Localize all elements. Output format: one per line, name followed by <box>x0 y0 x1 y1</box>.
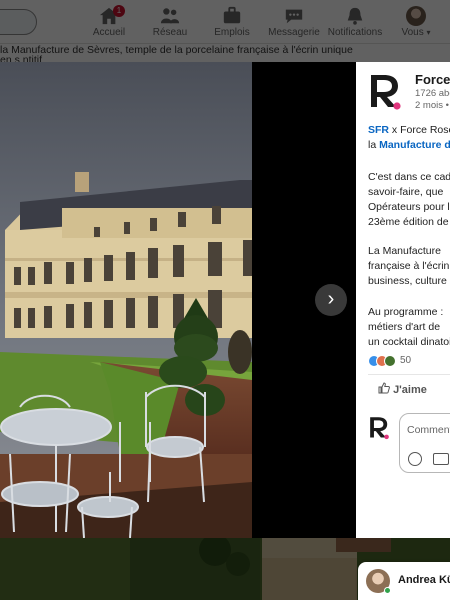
nav-label: Notifications <box>327 27 383 38</box>
post-text-line: savoir-faire, que <box>368 186 444 198</box>
post-details-panel: Force Rosé 1726 abonnés 2 mois • 🌐 SFR x… <box>356 62 450 538</box>
messaging-contact-name: Andrea Kühn <box>398 574 450 586</box>
briefcase-icon <box>223 6 241 24</box>
text-segment: x Force Rosé <box>389 124 450 136</box>
message-icon <box>285 9 303 24</box>
org-name[interactable]: Force Rosé <box>415 72 450 87</box>
nav-item-notifications[interactable]: Notifications <box>322 4 388 42</box>
post-text-line: 23ème édition de <box>368 216 449 228</box>
chevron-right-icon: › <box>327 288 335 310</box>
mention-manufacture[interactable]: Manufacture de Sèvres <box>379 139 450 151</box>
timestamp-text: 2 mois • <box>415 100 449 111</box>
thumbs-up-icon <box>378 382 390 394</box>
photo-icon[interactable] <box>433 453 449 465</box>
nav-label: Messagerie <box>268 27 320 38</box>
nav-label: Accueil <box>92 27 126 38</box>
me-label: Vous <box>401 27 424 38</box>
nav-label: Vous ▾ <box>383 27 449 38</box>
bell-icon <box>347 7 363 25</box>
force-rose-logo[interactable] <box>368 73 402 111</box>
post-text-line: la Manufacture de Sèvres <box>368 138 450 154</box>
top-navigation: 1 Accueil Réseau Emplois Messagerie Noti… <box>0 0 450 44</box>
comment-placeholder: Commenter <box>407 424 450 436</box>
post-text-line: La Manufacture <box>368 245 441 257</box>
reaction-count: 50 <box>400 355 412 367</box>
brand-dot <box>393 102 401 110</box>
post-timestamp: 2 mois • 🌐 <box>415 100 450 111</box>
post-text-line: Au programme : <box>368 306 444 318</box>
next-image-button[interactable]: › <box>315 284 347 316</box>
post-text-line: C'est dans ce cadre <box>368 171 450 183</box>
network-icon <box>160 8 180 24</box>
nav-label: Emplois <box>214 27 250 38</box>
mention-sfr[interactable]: SFR <box>368 124 389 136</box>
reactions-summary[interactable]: 50 <box>368 352 412 367</box>
nav-item-jobs[interactable]: Emplois <box>199 4 265 42</box>
chevron-down-icon: ▾ <box>426 28 431 37</box>
nav-item-network[interactable]: Réseau <box>137 4 203 42</box>
celebrate-reaction-icon <box>384 354 396 367</box>
post-text-line: Opérateurs pour la <box>368 201 450 213</box>
post-text-line: un cocktail dinatoire <box>368 336 450 348</box>
text-segment: la <box>368 139 380 151</box>
avatar <box>406 6 426 26</box>
post-text-line: métiers d'art de <box>368 321 441 333</box>
force-rose-logo-small <box>370 417 389 440</box>
post-photo <box>0 62 252 538</box>
search-input[interactable] <box>0 9 37 35</box>
nav-item-me[interactable]: Vous ▾ <box>383 4 449 42</box>
like-label: J'aime <box>393 384 427 396</box>
nav-item-messaging[interactable]: Messagerie <box>261 4 327 42</box>
nav-label: Réseau <box>152 27 188 38</box>
nav-item-home[interactable]: 1 Accueil <box>76 4 142 42</box>
comment-input[interactable]: Commenter <box>399 413 450 473</box>
follower-count: 1726 abonnés <box>415 88 450 99</box>
like-button[interactable]: J'aime <box>378 382 427 396</box>
post-text-line: business, culture <box>368 275 447 287</box>
caption-line: la Manufacture de Sèvres, temple de la p… <box>0 44 353 56</box>
messaging-bar[interactable]: Andrea Kühn <box>358 562 450 600</box>
post-text-line: SFR x Force Rosé <box>368 123 450 139</box>
online-status-indicator <box>384 587 391 594</box>
notification-badge: 1 <box>113 5 125 17</box>
divider <box>368 374 450 375</box>
post-text-line: française à l'écrin <box>368 260 450 272</box>
emoji-icon[interactable] <box>408 452 422 466</box>
background-post-caption: la Manufacture de Sèvres, temple de la p… <box>0 44 450 64</box>
